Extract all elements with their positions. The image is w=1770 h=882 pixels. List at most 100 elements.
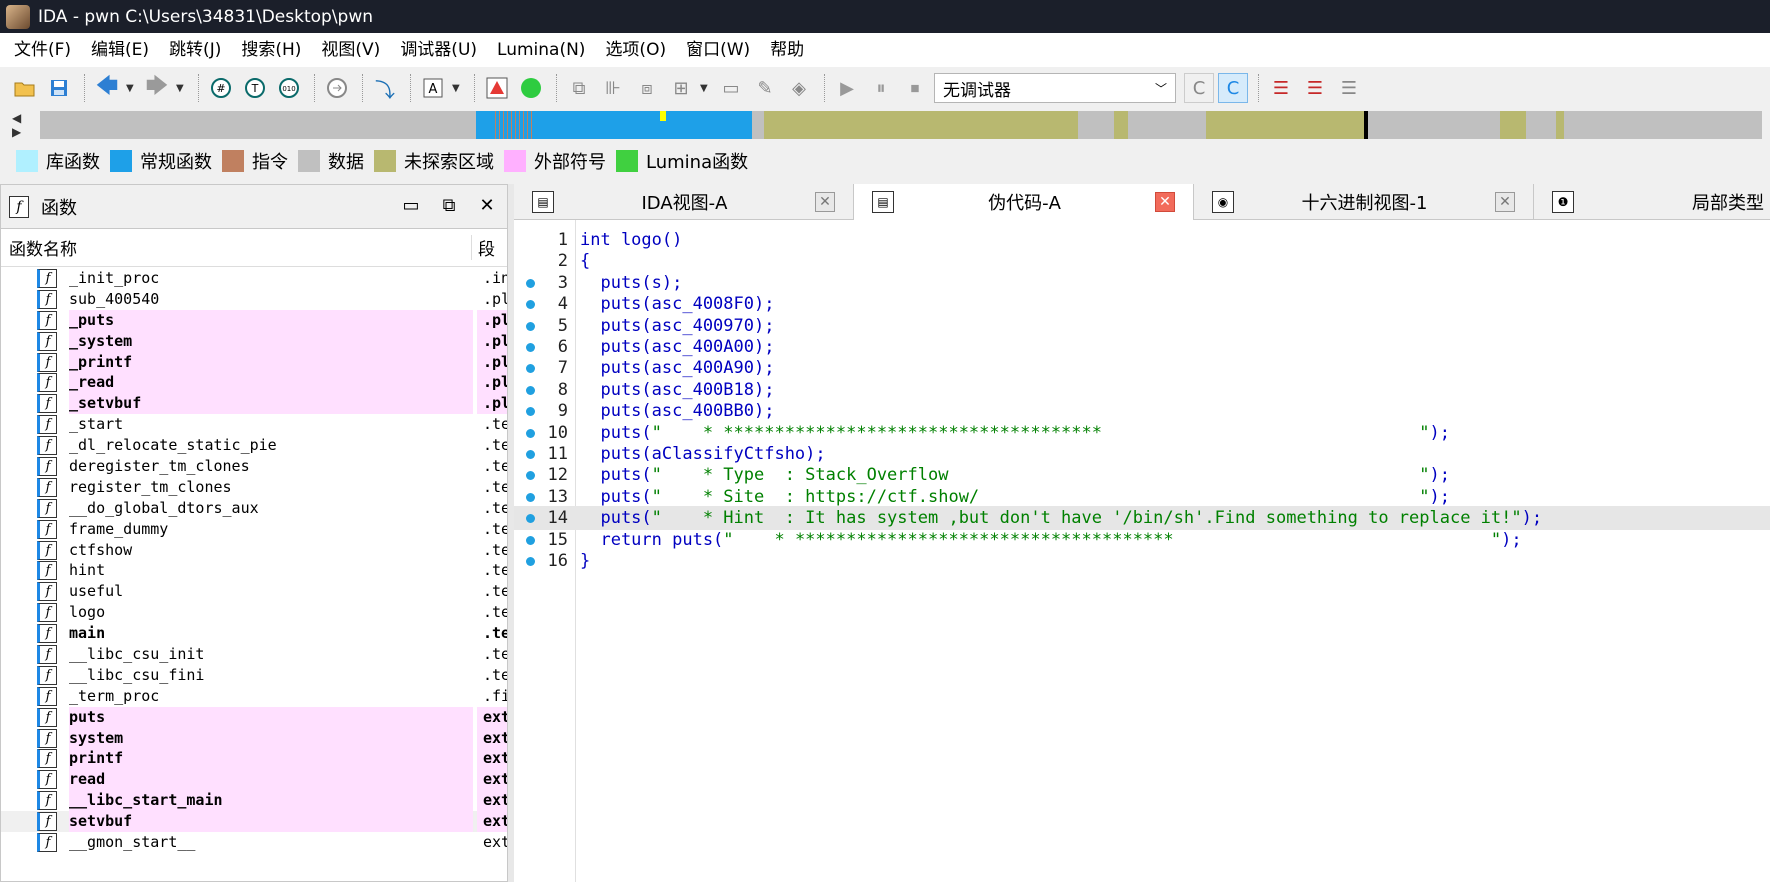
close-icon[interactable]: ✕ xyxy=(1155,192,1175,212)
graph-view-icon[interactable]: ⊞ xyxy=(666,73,696,103)
code-line[interactable]: 15 return puts(" * *********************… xyxy=(514,528,1770,552)
line-marker-dot-icon[interactable] xyxy=(526,450,535,459)
pseudocode-view[interactable]: 1 int logo() 2{3 puts(s); 4 puts(asc_4008F0… xyxy=(514,220,1770,882)
line-marker-dot-icon[interactable] xyxy=(526,514,535,524)
tab-hex-view-1[interactable]: ◉ 十六进制视图-1 ✕ xyxy=(1194,184,1534,220)
function-row[interactable]: fuseful .text xyxy=(1,581,507,602)
c-source-icon[interactable]: C xyxy=(1184,73,1214,103)
line-marker-dot-icon[interactable] xyxy=(526,557,535,566)
hash-number-icon[interactable]: # xyxy=(206,73,236,103)
function-row[interactable]: f _dl_relocate_static_pie .text xyxy=(1,435,507,456)
binary-010-icon[interactable]: 010 xyxy=(274,73,304,103)
window-layout-icon[interactable]: ▭ xyxy=(716,73,746,103)
menu-lumina[interactable]: Lumina(N) xyxy=(487,33,595,67)
font-dropdown-icon[interactable]: ▼ xyxy=(452,83,462,94)
maximize-icon[interactable]: ▭ xyxy=(399,195,423,216)
function-row[interactable]: flogo .text xyxy=(1,602,507,623)
function-row[interactable]: f sub_400540 .plt xyxy=(1,289,507,310)
step-into-arrow-icon[interactable]: ⤵ xyxy=(370,73,400,103)
code-line[interactable]: 9 puts(asc_400BB0); xyxy=(514,399,1770,423)
line-marker-dot-icon[interactable] xyxy=(526,471,535,481)
function-row[interactable]: f _puts.plt xyxy=(1,309,507,331)
patch-icon[interactable]: ✎ xyxy=(750,73,780,103)
code-line[interactable]: 6 puts(asc_400A00); xyxy=(514,335,1770,359)
font-A-icon[interactable]: A xyxy=(418,73,448,103)
code-line[interactable]: 14 puts(" * Hint : It has system ,but do… xyxy=(514,506,1770,531)
function-row[interactable]: f __libc_csu_fini .text xyxy=(1,665,507,686)
text-T-icon[interactable]: T xyxy=(240,73,270,103)
pause-icon[interactable]: ⏸ xyxy=(866,73,896,103)
menu-options[interactable]: 选项(O) xyxy=(595,33,676,67)
menu-jump[interactable]: 跳转(J) xyxy=(159,33,231,67)
forward-arrow-icon[interactable]: 🡆 xyxy=(142,73,172,103)
jump-op-icon[interactable] xyxy=(322,73,352,103)
navigation-band-bar[interactable] xyxy=(40,111,1762,139)
function-row[interactable]: fputsextern xyxy=(1,706,507,728)
menu-view[interactable]: 视图(V) xyxy=(311,33,390,67)
diamond-icon[interactable]: ◈ xyxy=(784,73,814,103)
graph-dropdown-icon[interactable]: ▼ xyxy=(700,83,710,94)
line-marker-dot-icon[interactable] xyxy=(526,492,535,502)
function-row[interactable]: f _start .text xyxy=(1,414,507,435)
menu-windows[interactable]: 窗口(W) xyxy=(676,33,760,67)
line-marker-dot-icon[interactable] xyxy=(526,300,535,310)
line-marker-dot-icon[interactable] xyxy=(526,385,535,395)
function-row[interactable]: f ctfshow .text xyxy=(1,540,507,561)
line-marker-dot-icon[interactable] xyxy=(526,535,535,545)
function-row[interactable]: f deregister_tm_clones .text xyxy=(1,456,507,477)
code-line[interactable]: 8 puts(asc_400B18); xyxy=(514,378,1770,402)
function-row[interactable]: f _init_proc .init xyxy=(1,268,507,289)
add-breakpoint-icon[interactable]: ☰ xyxy=(1300,73,1330,103)
line-marker-dot-icon[interactable] xyxy=(526,278,535,288)
function-row[interactable]: f __gmon_start__ extern xyxy=(1,832,507,853)
forward-history-dropdown-icon[interactable]: ▼ xyxy=(176,83,186,94)
code-line[interactable]: 11 puts(aClassifyCtfsho); xyxy=(514,442,1770,466)
code-line[interactable]: 10 puts(" * ****************************… xyxy=(514,421,1770,445)
function-row[interactable]: fprintfextern xyxy=(1,748,507,770)
function-row[interactable]: f __do_global_dtors_aux .text xyxy=(1,498,507,519)
tab-local-types[interactable]: ❶ 局部类型 xyxy=(1534,184,1770,220)
function-row[interactable]: fsystemextern xyxy=(1,727,507,749)
code-line[interactable]: 5 puts(asc_400970); xyxy=(514,314,1770,338)
back-history-dropdown-icon[interactable]: ▼ xyxy=(126,83,136,94)
menu-edit[interactable]: 编辑(E) xyxy=(81,33,159,67)
line-marker-dot-icon[interactable] xyxy=(526,364,535,374)
delete-breakpoint-icon[interactable]: ☰ xyxy=(1334,73,1364,103)
function-row[interactable]: f __libc_csu_init .text xyxy=(1,644,507,665)
column-function-name[interactable]: 函数名称 xyxy=(1,235,471,260)
code-line[interactable]: 3 puts(s); xyxy=(514,271,1770,295)
function-row[interactable]: freadextern xyxy=(1,769,507,791)
code-line[interactable]: 7 puts(asc_400A90); xyxy=(514,356,1770,380)
float-window-icon[interactable]: ⧉ xyxy=(437,195,461,216)
menu-debugger[interactable]: 调试器(U) xyxy=(390,33,487,67)
nav-scroll-arrows[interactable]: ◀ ▶ xyxy=(12,111,32,139)
code-line[interactable]: 13 puts(" * Site : https://ctf.show/ "); xyxy=(514,485,1770,509)
line-marker-dot-icon[interactable] xyxy=(526,428,535,438)
function-row[interactable]: fhint .text xyxy=(1,560,507,581)
function-row[interactable]: f _printf.plt xyxy=(1,351,507,373)
close-icon[interactable]: ✕ xyxy=(1495,192,1515,212)
code-line[interactable]: 16} xyxy=(514,549,1770,573)
breakpoint-triangle-icon[interactable] xyxy=(482,73,512,103)
function-row[interactable]: f frame_dummy .text xyxy=(1,519,507,540)
code-line[interactable]: 4 puts(asc_4008F0); xyxy=(514,292,1770,316)
function-row[interactable]: f _term_proc .fini xyxy=(1,686,507,707)
line-marker-dot-icon[interactable] xyxy=(526,321,535,331)
c-decompile-icon[interactable]: C xyxy=(1218,73,1248,103)
function-row[interactable]: f register_tm_clones .text xyxy=(1,477,507,498)
close-icon[interactable]: ✕ xyxy=(475,195,499,216)
function-row[interactable]: f __libc_start_mainextern xyxy=(1,790,507,812)
function-row[interactable]: f _read.plt xyxy=(1,372,507,394)
stop-icon[interactable]: ⏹ xyxy=(900,73,930,103)
code-line[interactable]: 12 puts(" * Type : Stack_Overflow "); xyxy=(514,463,1770,487)
menu-search[interactable]: 搜索(H) xyxy=(231,33,311,67)
menu-file[interactable]: 文件(F) xyxy=(4,33,81,67)
line-marker-dot-icon[interactable] xyxy=(526,343,535,352)
save-icon[interactable] xyxy=(44,73,74,103)
function-row[interactable]: f _setvbuf.plt xyxy=(1,393,507,415)
menu-help[interactable]: 帮助 xyxy=(760,33,814,67)
column-segment[interactable]: 段 xyxy=(471,235,507,260)
code-line[interactable]: 1 int logo() xyxy=(514,228,1770,252)
play-icon[interactable]: ▶ xyxy=(832,73,862,103)
debugger-select[interactable]: 无调试器 ﹀ xyxy=(934,73,1176,103)
